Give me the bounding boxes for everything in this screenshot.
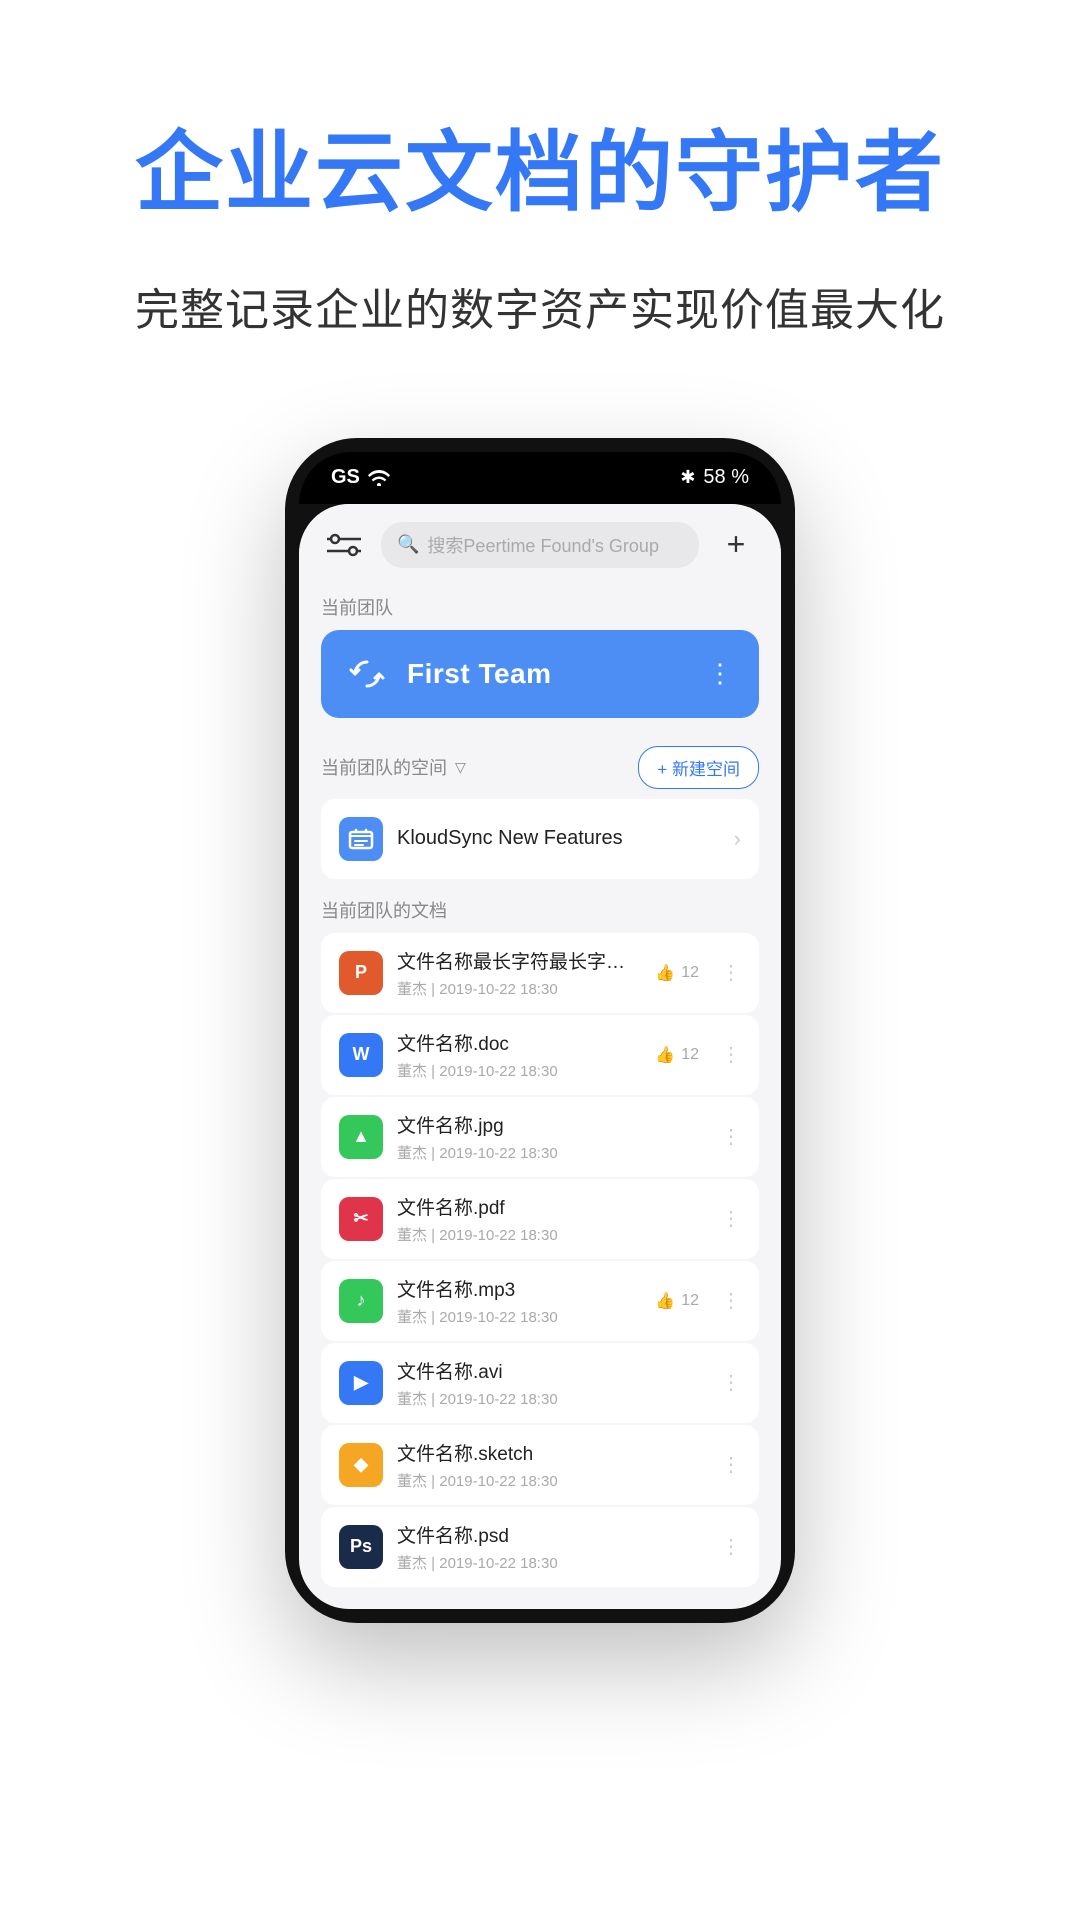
file-icon-avi: ▶ (339, 1361, 383, 1405)
space-item-name: KloudSync New Features (397, 827, 720, 850)
file-more-icon[interactable]: ⋮ (721, 1534, 741, 1559)
file-item[interactable]: ▲ 文件名称.jpg 董杰 | 2019-10-22 18:30 ⋮ (321, 1097, 759, 1177)
file-meta: 董杰 | 2019-10-22 18:30 (397, 978, 641, 999)
top-bar: 🔍 搜索Peertime Found's Group + (299, 504, 781, 582)
file-meta: 董杰 | 2019-10-22 18:30 (397, 1142, 685, 1163)
file-list: P 文件名称最长字符最长字符最长...ppt 董杰 | 2019-10-22 18:… (299, 933, 781, 1587)
battery-text: 58 % (703, 466, 749, 489)
file-item[interactable]: P 文件名称最长字符最长字符最长...ppt 董杰 | 2019-10-22 18:… (321, 933, 759, 1013)
team-refresh-icon (345, 652, 389, 696)
like-count: 12 (681, 1046, 699, 1064)
phone-screen: 🔍 搜索Peertime Found's Group + 当前团队 (299, 504, 781, 1609)
file-info: 文件名称最长字符最长字符最长...ppt 董杰 | 2019-10-22 18:3… (397, 947, 641, 999)
file-meta: 董杰 | 2019-10-22 18:30 (397, 1470, 685, 1491)
space-header: 当前团队的空间 ▽ + 新建空间 (299, 736, 781, 799)
file-more-icon[interactable]: ⋮ (721, 1370, 741, 1395)
app-content: 🔍 搜索Peertime Found's Group + 当前团队 (299, 504, 781, 1609)
file-info: 文件名称.sketch 董杰 | 2019-10-22 18:30 (397, 1439, 685, 1491)
like-count: 12 (681, 964, 699, 982)
status-bar: GS ✱ 58 % (299, 452, 781, 504)
file-stats: 👍 12 (655, 1291, 699, 1311)
file-name: 文件名称.doc (397, 1029, 641, 1056)
file-info: 文件名称.pdf 董杰 | 2019-10-22 18:30 (397, 1193, 685, 1245)
file-meta: 董杰 | 2019-10-22 18:30 (397, 1306, 641, 1327)
file-meta: 董杰 | 2019-10-22 18:30 (397, 1060, 641, 1081)
file-info: 文件名称.psd 董杰 | 2019-10-22 18:30 (397, 1521, 685, 1573)
hero-subtitle: 完整记录企业的数字资产实现价值最大化 (135, 274, 945, 338)
file-item[interactable]: ◆ 文件名称.sketch 董杰 | 2019-10-22 18:30 ⋮ (321, 1425, 759, 1505)
phone-wrapper: GS ✱ 58 % (285, 438, 795, 1623)
file-icon-jpg: ▲ (339, 1115, 383, 1159)
file-name: 文件名称最长字符最长字符最长...ppt (397, 947, 641, 974)
team-card[interactable]: First Team ⋮ (321, 630, 759, 718)
status-left: GS (331, 466, 390, 489)
docs-section-label: 当前团队的文档 (299, 881, 781, 933)
file-meta: 董杰 | 2019-10-22 18:30 (397, 1552, 685, 1573)
file-info: 文件名称.jpg 董杰 | 2019-10-22 18:30 (397, 1111, 685, 1163)
file-item[interactable]: Ps 文件名称.psd 董杰 | 2019-10-22 18:30 ⋮ (321, 1507, 759, 1587)
file-more-icon[interactable]: ⋮ (721, 1206, 741, 1231)
file-item[interactable]: ♪ 文件名称.mp3 董杰 | 2019-10-22 18:30 👍 12 ⋮ (321, 1261, 759, 1341)
file-name: 文件名称.avi (397, 1357, 685, 1384)
file-name: 文件名称.sketch (397, 1439, 685, 1466)
like-count: 12 (681, 1292, 699, 1310)
file-meta: 董杰 | 2019-10-22 18:30 (397, 1224, 685, 1245)
file-more-icon[interactable]: ⋮ (721, 1124, 741, 1149)
file-icon-mp3: ♪ (339, 1279, 383, 1323)
like-icon: 👍 (655, 1045, 675, 1065)
file-icon-ppt: P (339, 951, 383, 995)
file-name: 文件名称.psd (397, 1521, 685, 1548)
file-stats: 👍 12 (655, 1045, 699, 1065)
file-icon-doc: W (339, 1033, 383, 1077)
space-item-chevron: › (734, 826, 741, 852)
file-name: 文件名称.mp3 (397, 1275, 641, 1302)
file-item[interactable]: ▶ 文件名称.avi 董杰 | 2019-10-22 18:30 ⋮ (321, 1343, 759, 1423)
space-section-label: 当前团队的空间 ▽ (321, 754, 466, 780)
status-right: ✱ 58 % (680, 466, 749, 489)
file-meta: 董杰 | 2019-10-22 18:30 (397, 1388, 685, 1409)
like-icon: 👍 (655, 963, 675, 983)
page-container: 企业云文档的守护者 完整记录企业的数字资产实现价值最大化 GS (0, 0, 1080, 1920)
file-info: 文件名称.mp3 董杰 | 2019-10-22 18:30 (397, 1275, 641, 1327)
carrier-text: GS (331, 466, 360, 489)
filter-button[interactable] (321, 522, 367, 568)
space-item-icon (339, 817, 383, 861)
file-info: 文件名称.avi 董杰 | 2019-10-22 18:30 (397, 1357, 685, 1409)
file-name: 文件名称.pdf (397, 1193, 685, 1220)
file-more-icon[interactable]: ⋮ (721, 1042, 741, 1067)
search-bar[interactable]: 🔍 搜索Peertime Found's Group (381, 522, 699, 568)
filter-down-icon: ▽ (455, 759, 466, 776)
search-icon: 🔍 (397, 534, 419, 555)
space-item[interactable]: KloudSync New Features › (321, 799, 759, 879)
file-icon-psd: Ps (339, 1525, 383, 1569)
bluetooth-icon: ✱ (680, 467, 695, 488)
file-icon-sketch: ◆ (339, 1443, 383, 1487)
phone-frame: GS ✱ 58 % (285, 438, 795, 1623)
file-more-icon[interactable]: ⋮ (721, 1452, 741, 1477)
file-more-icon[interactable]: ⋮ (721, 960, 741, 985)
phone-notch (455, 452, 625, 488)
file-more-icon[interactable]: ⋮ (721, 1288, 741, 1313)
file-stats: 👍 12 (655, 963, 699, 983)
file-icon-pdf: ✂ (339, 1197, 383, 1241)
file-item[interactable]: ✂ 文件名称.pdf 董杰 | 2019-10-22 18:30 ⋮ (321, 1179, 759, 1259)
new-space-button[interactable]: + 新建空间 (638, 746, 759, 789)
like-icon: 👍 (655, 1291, 675, 1311)
search-placeholder: 搜索Peertime Found's Group (427, 532, 659, 558)
add-button[interactable]: + (713, 522, 759, 568)
file-name: 文件名称.jpg (397, 1111, 685, 1138)
team-name: First Team (407, 658, 689, 690)
team-more-icon[interactable]: ⋮ (707, 658, 735, 689)
file-item[interactable]: W 文件名称.doc 董杰 | 2019-10-22 18:30 👍 12 ⋮ (321, 1015, 759, 1095)
file-info: 文件名称.doc 董杰 | 2019-10-22 18:30 (397, 1029, 641, 1081)
current-team-label: 当前团队 (299, 582, 781, 630)
wifi-icon (368, 470, 390, 486)
hero-title: 企业云文档的守护者 (135, 120, 945, 226)
